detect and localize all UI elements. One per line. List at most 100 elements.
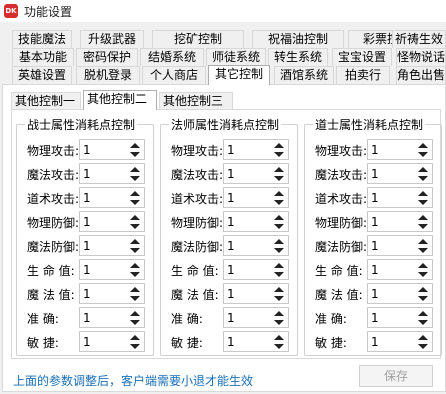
arrow-up-icon[interactable] bbox=[130, 239, 140, 244]
spin-arrows[interactable] bbox=[129, 262, 141, 278]
arrow-up-icon[interactable] bbox=[418, 311, 428, 316]
spin-arrows[interactable] bbox=[273, 286, 285, 302]
hp-stepper[interactable]: 1 bbox=[79, 259, 145, 280]
subtab-other-control-3[interactable]: 其他控制三 bbox=[159, 92, 233, 109]
stepper-value[interactable]: 1 bbox=[227, 311, 235, 325]
arrow-up-icon[interactable] bbox=[130, 335, 140, 340]
spin-arrows[interactable] bbox=[417, 166, 429, 182]
arrow-down-icon[interactable] bbox=[274, 320, 284, 325]
spin-arrows[interactable] bbox=[417, 214, 429, 230]
spin-arrows[interactable] bbox=[273, 166, 285, 182]
spin-arrows[interactable] bbox=[417, 262, 429, 278]
arrow-up-icon[interactable] bbox=[130, 287, 140, 292]
arrow-down-icon[interactable] bbox=[274, 344, 284, 349]
spin-arrows[interactable] bbox=[417, 238, 429, 254]
spin-arrows[interactable] bbox=[129, 310, 141, 326]
arrow-up-icon[interactable] bbox=[418, 239, 428, 244]
stepper-value[interactable]: 1 bbox=[83, 287, 91, 301]
arrow-down-icon[interactable] bbox=[274, 224, 284, 229]
arrow-up-icon[interactable] bbox=[418, 263, 428, 268]
arrow-down-icon[interactable] bbox=[130, 344, 140, 349]
spin-arrows[interactable] bbox=[129, 214, 141, 230]
tab-mining-control[interactable]: 挖矿控制 bbox=[152, 30, 244, 48]
spin-arrows[interactable] bbox=[273, 142, 285, 158]
arrow-down-icon[interactable] bbox=[130, 224, 140, 229]
tab-mentor-system[interactable]: 师徒系统 bbox=[206, 48, 266, 66]
save-button[interactable]: 保存 bbox=[359, 365, 433, 387]
arrow-up-icon[interactable] bbox=[274, 167, 284, 172]
physical-attack-stepper[interactable]: 1 bbox=[223, 139, 289, 160]
spin-arrows[interactable] bbox=[273, 262, 285, 278]
stepper-value[interactable]: 1 bbox=[83, 311, 91, 325]
arrow-up-icon[interactable] bbox=[274, 215, 284, 220]
arrow-up-icon[interactable] bbox=[274, 287, 284, 292]
taoist-attack-stepper[interactable]: 1 bbox=[79, 187, 145, 208]
magic-attack-stepper[interactable]: 1 bbox=[367, 163, 433, 184]
arrow-down-icon[interactable] bbox=[418, 344, 428, 349]
spin-arrows[interactable] bbox=[273, 190, 285, 206]
magic-attack-stepper[interactable]: 1 bbox=[79, 163, 145, 184]
arrow-up-icon[interactable] bbox=[130, 215, 140, 220]
arrow-up-icon[interactable] bbox=[130, 167, 140, 172]
arrow-down-icon[interactable] bbox=[274, 272, 284, 277]
hp-stepper[interactable]: 1 bbox=[367, 259, 433, 280]
stepper-value[interactable]: 1 bbox=[371, 215, 379, 229]
stepper-value[interactable]: 1 bbox=[227, 287, 235, 301]
taoist-attack-stepper[interactable]: 1 bbox=[223, 187, 289, 208]
arrow-up-icon[interactable] bbox=[274, 191, 284, 196]
arrow-down-icon[interactable] bbox=[274, 200, 284, 205]
spin-arrows[interactable] bbox=[273, 334, 285, 350]
stepper-value[interactable]: 1 bbox=[83, 167, 91, 181]
arrow-up-icon[interactable] bbox=[274, 311, 284, 316]
stepper-value[interactable]: 1 bbox=[227, 191, 235, 205]
arrow-down-icon[interactable] bbox=[274, 296, 284, 301]
arrow-down-icon[interactable] bbox=[130, 200, 140, 205]
agility-stepper[interactable]: 1 bbox=[79, 331, 145, 352]
stepper-value[interactable]: 1 bbox=[371, 167, 379, 181]
arrow-down-icon[interactable] bbox=[418, 200, 428, 205]
taoist-attack-stepper[interactable]: 1 bbox=[367, 187, 433, 208]
arrow-up-icon[interactable] bbox=[418, 335, 428, 340]
stepper-value[interactable]: 1 bbox=[83, 335, 91, 349]
physical-attack-stepper[interactable]: 1 bbox=[367, 139, 433, 160]
tab-password-protection[interactable]: 密码保护 bbox=[76, 48, 138, 66]
mp-stepper[interactable]: 1 bbox=[79, 283, 145, 304]
hp-stepper[interactable]: 1 bbox=[223, 259, 289, 280]
arrow-up-icon[interactable] bbox=[130, 311, 140, 316]
spin-arrows[interactable] bbox=[417, 310, 429, 326]
arrow-up-icon[interactable] bbox=[274, 335, 284, 340]
arrow-down-icon[interactable] bbox=[418, 296, 428, 301]
tab-monster-speech[interactable]: 怪物说话 bbox=[396, 48, 446, 66]
arrow-up-icon[interactable] bbox=[130, 143, 140, 148]
arrow-up-icon[interactable] bbox=[274, 239, 284, 244]
spin-arrows[interactable] bbox=[417, 190, 429, 206]
accuracy-stepper[interactable]: 1 bbox=[79, 307, 145, 328]
spin-arrows[interactable] bbox=[129, 166, 141, 182]
magic-defense-stepper[interactable]: 1 bbox=[79, 235, 145, 256]
tab-blessing-oil-control[interactable]: 祝福油控制 bbox=[252, 30, 344, 48]
tab-tavern-system[interactable]: 酒馆系统 bbox=[274, 66, 334, 84]
accuracy-stepper[interactable]: 1 bbox=[367, 307, 433, 328]
stepper-value[interactable]: 1 bbox=[227, 239, 235, 253]
arrow-up-icon[interactable] bbox=[418, 191, 428, 196]
mp-stepper[interactable]: 1 bbox=[223, 283, 289, 304]
stepper-value[interactable]: 1 bbox=[227, 215, 235, 229]
accuracy-stepper[interactable]: 1 bbox=[223, 307, 289, 328]
tab-prayer-effect[interactable]: 祈祷生效 bbox=[392, 30, 446, 48]
spin-arrows[interactable] bbox=[273, 310, 285, 326]
stepper-value[interactable]: 1 bbox=[371, 263, 379, 277]
arrow-down-icon[interactable] bbox=[418, 272, 428, 277]
arrow-down-icon[interactable] bbox=[418, 248, 428, 253]
tab-rebirth-system[interactable]: 转生系统 bbox=[268, 48, 328, 66]
tab-character-sale[interactable]: 角色出售 bbox=[396, 66, 446, 84]
stepper-value[interactable]: 1 bbox=[371, 239, 379, 253]
arrow-down-icon[interactable] bbox=[130, 320, 140, 325]
physical-defense-stepper[interactable]: 1 bbox=[79, 211, 145, 232]
agility-stepper[interactable]: 1 bbox=[223, 331, 289, 352]
stepper-value[interactable]: 1 bbox=[83, 263, 91, 277]
arrow-up-icon[interactable] bbox=[130, 263, 140, 268]
arrow-up-icon[interactable] bbox=[418, 215, 428, 220]
stepper-value[interactable]: 1 bbox=[227, 167, 235, 181]
stepper-value[interactable]: 1 bbox=[227, 335, 235, 349]
spin-arrows[interactable] bbox=[417, 334, 429, 350]
